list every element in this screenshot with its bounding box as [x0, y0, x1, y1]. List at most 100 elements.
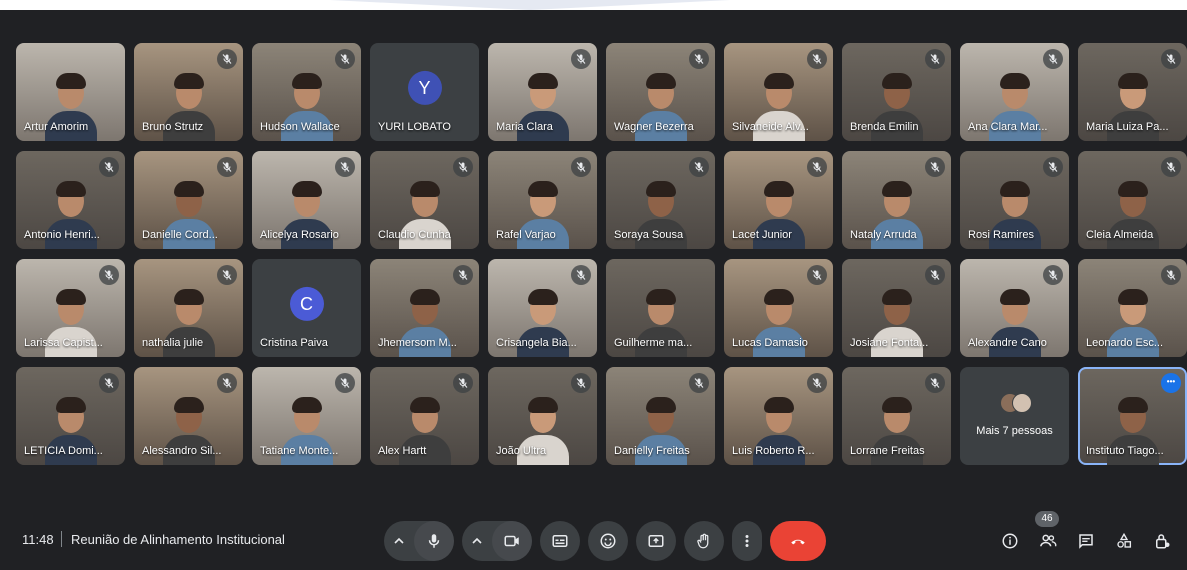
tile-options-button[interactable]: ••• [1161, 373, 1181, 393]
participant-tile[interactable]: Rosi Ramires [960, 151, 1069, 249]
participant-tile[interactable]: Wagner Bezerra [606, 43, 715, 141]
participant-tile[interactable]: Lucas Damasio [724, 259, 833, 357]
people-button[interactable]: 46 [1033, 511, 1063, 561]
camera-control-group [462, 521, 532, 561]
participant-tile[interactable]: Alicelya Rosario [252, 151, 361, 249]
meeting-title: Reunião de Alinhamento Institucional [71, 532, 285, 547]
mic-off-icon [458, 270, 468, 280]
participant-tile[interactable]: Luis Roberto R... [724, 367, 833, 465]
participant-tile[interactable]: Maria Clara [488, 43, 597, 141]
participant-tile[interactable]: C Cristina Paiva [252, 259, 361, 357]
participant-count-badge: 46 [1035, 511, 1059, 527]
participant-tile[interactable]: Bruno Strutz [134, 43, 243, 141]
participant-name: Maria Clara [496, 121, 553, 133]
top-band [0, 0, 1187, 10]
participant-tile[interactable]: Ana Clara Mar... [960, 43, 1069, 141]
participant-name: Rafel Varjao [496, 229, 556, 241]
participant-tile[interactable]: Artur Amorim [16, 43, 125, 141]
participant-tile[interactable]: Y YURI LOBATO [370, 43, 479, 141]
participant-tile[interactable]: Brenda Emilin [842, 43, 951, 141]
participant-tile[interactable]: Leonardo Esc... [1078, 259, 1187, 357]
raise-hand-button[interactable] [684, 521, 724, 561]
participant-tile[interactable]: Alexandre Cano [960, 259, 1069, 357]
mic-muted-indicator [453, 265, 473, 285]
mic-off-icon [576, 162, 586, 172]
participant-name: Alessandro Sil... [142, 445, 222, 457]
activities-button[interactable] [1109, 521, 1139, 561]
participant-tile[interactable]: Hudson Wallace [252, 43, 361, 141]
more-horizontal-icon: ••• [1166, 377, 1176, 386]
people-icon [1040, 534, 1057, 547]
present-screen-icon [648, 535, 664, 547]
participant-name: Danielly Freitas [614, 445, 690, 457]
participant-tile[interactable]: Maria Luiza Pa... [1078, 43, 1187, 141]
mic-muted-indicator [335, 49, 355, 69]
chat-icon [1079, 534, 1093, 549]
participant-tile[interactable]: Lorrane Freitas [842, 367, 951, 465]
mic-muted-indicator [571, 49, 591, 69]
chat-button[interactable] [1071, 521, 1101, 561]
participant-tile[interactable]: Alex Hartt [370, 367, 479, 465]
top-watermark [330, 0, 730, 10]
mic-muted-indicator [807, 157, 827, 177]
participant-tile[interactable]: Jhemersom M... [370, 259, 479, 357]
mic-off-icon [104, 270, 114, 280]
participant-tile[interactable]: Guilherme ma... [606, 259, 715, 357]
participant-tile[interactable]: Antonio Henri... [16, 151, 125, 249]
meeting-info-button[interactable] [995, 521, 1025, 561]
chevron-up-icon [472, 537, 482, 544]
participant-tile[interactable]: Josiane Fonta... [842, 259, 951, 357]
participant-tile[interactable]: Lacet Junior [724, 151, 833, 249]
mic-muted-indicator [453, 373, 473, 393]
participant-tile[interactable]: Danielle Cord... [134, 151, 243, 249]
mic-off-icon [812, 378, 822, 388]
participant-tile[interactable]: Tatiane Monte... [252, 367, 361, 465]
mic-options-button[interactable] [384, 521, 414, 561]
participant-tile[interactable]: João Ultra [488, 367, 597, 465]
participant-tile[interactable]: Rafel Varjao [488, 151, 597, 249]
mic-muted-indicator [1161, 157, 1181, 177]
participant-name: Danielle Cord... [142, 229, 218, 241]
participant-tile[interactable]: nathalia julie [134, 259, 243, 357]
leave-call-button[interactable] [770, 521, 826, 561]
participant-tile[interactable]: Claudio Cunha [370, 151, 479, 249]
participant-tile[interactable]: Soraya Sousa [606, 151, 715, 249]
participant-tile[interactable]: Cleia Almeida [1078, 151, 1187, 249]
captions-icon [552, 535, 568, 547]
mic-off-icon [1048, 162, 1058, 172]
camera-options-button[interactable] [462, 521, 492, 561]
participant-name: Josiane Fonta... [850, 337, 929, 349]
info-icon [1002, 533, 1018, 549]
participant-name: LETICIA Domi... [24, 445, 103, 457]
mic-off-icon [812, 54, 822, 64]
participant-tile[interactable]: Alessandro Sil... [134, 367, 243, 465]
mic-button[interactable] [414, 521, 454, 561]
self-view-tile[interactable]: ••• Instituto Tiago... [1078, 367, 1187, 465]
camera-button[interactable] [492, 521, 532, 561]
chevron-up-icon [394, 537, 404, 544]
participant-name: Alicelya Rosario [260, 229, 339, 241]
participant-tile[interactable]: Silvaneide Alv... [724, 43, 833, 141]
present-button[interactable] [636, 521, 676, 561]
more-participants-tile[interactable]: Mais 7 pessoas [960, 367, 1069, 465]
self-name: Instituto Tiago... [1086, 445, 1164, 457]
more-options-button[interactable] [732, 521, 762, 561]
participant-tile[interactable]: Larissa Capist... [16, 259, 125, 357]
participant-tile[interactable]: Crisangela Bia... [488, 259, 597, 357]
participant-name: Nataly Arruda [850, 229, 917, 241]
mic-muted-indicator [217, 265, 237, 285]
participant-tile[interactable]: LETICIA Domi... [16, 367, 125, 465]
participant-name: Ana Clara Mar... [968, 121, 1048, 133]
reactions-button[interactable] [588, 521, 628, 561]
host-controls-button[interactable] [1147, 521, 1177, 561]
participant-tile[interactable]: Danielly Freitas [606, 367, 715, 465]
mic-off-icon [694, 378, 704, 388]
more-participants-label: Mais 7 pessoas [976, 425, 1053, 437]
mic-off-icon [930, 378, 940, 388]
mic-muted-indicator [335, 157, 355, 177]
mic-off-icon [340, 162, 350, 172]
mic-off-icon [458, 378, 468, 388]
meeting-clock: 11:48 [22, 532, 54, 547]
captions-button[interactable] [540, 521, 580, 561]
participant-tile[interactable]: Nataly Arruda [842, 151, 951, 249]
